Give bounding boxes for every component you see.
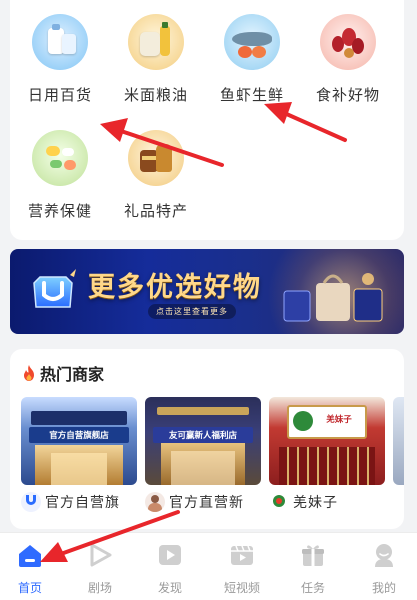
- tab-short-video[interactable]: 短视频: [212, 541, 272, 596]
- merchant-card-qiangmeizi[interactable]: 羌妹子 羌妹子: [269, 397, 385, 512]
- merchant-sign: 官方自营旗舰店: [29, 427, 129, 443]
- banner-subtitle: 点击这里查看更多: [148, 304, 236, 319]
- banner-title: 更多优选好物: [88, 272, 262, 303]
- tab-label: 任务: [300, 581, 325, 595]
- category-card: 日用百货 米面粮油 鱼虾生鲜 食补好物 营养保健 礼品特产: [10, 0, 404, 240]
- merchant-storefront-image: 羌妹子: [269, 397, 385, 485]
- category-daily-goods[interactable]: 日用百货: [12, 14, 108, 105]
- daily-goods-icon: [32, 14, 88, 70]
- category-gift-specialty[interactable]: 礼品特产: [108, 130, 204, 221]
- bottom-tab-bar: 首页 剧场 发现 短视频 任务 我的: [0, 532, 417, 600]
- merchant-logo-icon: [269, 492, 289, 512]
- category-label: 礼品特产: [123, 202, 188, 220]
- fire-icon: [24, 365, 34, 381]
- merchant-sign: 羌妹子: [326, 415, 352, 425]
- tab-home[interactable]: 首页: [0, 541, 60, 596]
- gift-specialty-icon: [128, 130, 184, 186]
- merchant-name: 羌妹子: [293, 495, 338, 511]
- theater-icon: [90, 543, 112, 567]
- tonic-food-icon: [320, 14, 376, 70]
- merchant-logo-icon: [145, 492, 165, 512]
- discover-icon: [159, 545, 181, 565]
- merchant-list: 官方自营旗舰店 官方自营旗 友可赢新人福利店 官方直营新 羌妹子 羌妹子: [21, 397, 404, 517]
- seafood-icon: [224, 14, 280, 70]
- merchant-logo-icon: [21, 492, 41, 512]
- category-label: 米面粮油: [123, 86, 188, 104]
- merchant-name: 官方直营新: [169, 495, 244, 511]
- tab-label: 首页: [17, 581, 42, 595]
- merchant-card-official-flagship[interactable]: 官方自营旗舰店 官方自营旗: [21, 397, 137, 512]
- merchant-info: 官方直营新: [145, 492, 261, 512]
- merchant-info: 官方自营旗: [21, 492, 137, 512]
- tab-theater[interactable]: 剧场: [70, 541, 130, 596]
- category-nutrition[interactable]: 营养保健: [12, 130, 108, 221]
- tab-task[interactable]: 任务: [283, 541, 343, 596]
- category-seafood[interactable]: 鱼虾生鲜: [204, 14, 300, 105]
- home-icon: [19, 545, 41, 567]
- category-label: 食补好物: [315, 86, 380, 104]
- brand-logo-icon: [33, 269, 76, 308]
- promo-banner[interactable]: 更多优选好物 点击这里查看更多: [10, 249, 404, 334]
- merchant-sign: 友可赢新人福利店: [153, 427, 253, 443]
- tab-label: 发现: [157, 581, 182, 595]
- hot-merchants-card: 热门商家 官方自营旗舰店 官方自营旗 友可赢新人福利店 官方直营新 羌妹子 羌妹…: [10, 349, 404, 529]
- luxury-goods-image: [283, 273, 383, 322]
- nutrition-icon: [32, 130, 88, 186]
- category-label: 鱼虾生鲜: [219, 86, 284, 104]
- category-grain-oil[interactable]: 米面粮油: [108, 14, 204, 105]
- tab-label: 我的: [371, 581, 396, 595]
- grain-oil-icon: [128, 14, 184, 70]
- merchant-card-partial[interactable]: [393, 397, 404, 485]
- hot-merchants-header: 热门商家: [20, 361, 104, 385]
- merchant-card-newcomer[interactable]: 友可赢新人福利店 官方直营新: [145, 397, 261, 512]
- short-video-icon: [231, 545, 253, 565]
- tab-label: 短视频: [223, 581, 260, 595]
- hot-merchants-title: 热门商家: [40, 365, 105, 384]
- tab-label: 剧场: [87, 581, 112, 595]
- tab-profile[interactable]: 我的: [354, 541, 414, 596]
- merchant-info: 羌妹子: [269, 492, 385, 512]
- merchant-name: 官方自营旗: [45, 495, 120, 511]
- category-tonic-food[interactable]: 食补好物: [300, 14, 396, 105]
- category-label: 营养保健: [27, 202, 92, 220]
- tab-discover[interactable]: 发现: [140, 541, 200, 596]
- merchant-storefront-image: 官方自营旗舰店: [21, 397, 137, 485]
- profile-icon: [375, 544, 393, 567]
- merchant-storefront-image: 友可赢新人福利店: [145, 397, 261, 485]
- category-label: 日用百货: [27, 86, 92, 104]
- task-gift-icon: [302, 545, 324, 566]
